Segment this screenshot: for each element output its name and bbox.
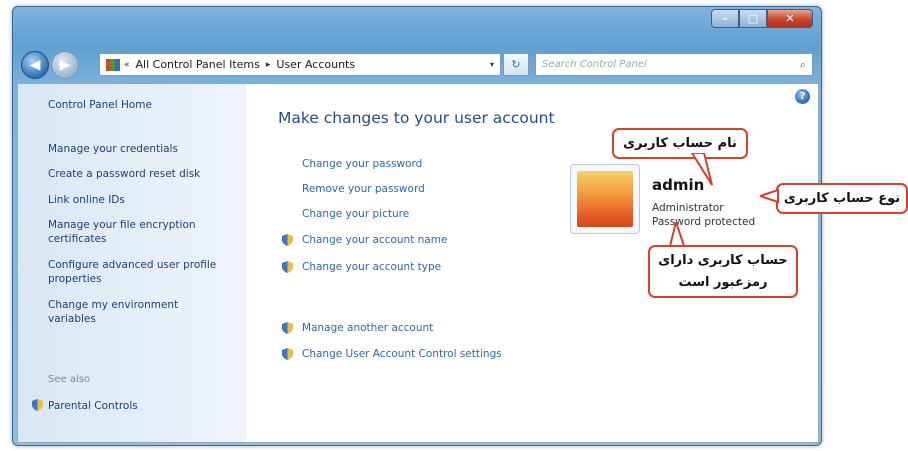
- change-account-name-link[interactable]: Change your account name: [302, 234, 447, 246]
- search-input[interactable]: Search Control Panel ⌕: [535, 53, 813, 76]
- shield-icon: [282, 322, 293, 334]
- sidebar-item-environment-variables[interactable]: Change my environment variables: [48, 298, 218, 326]
- sidebar-item-control-panel-home[interactable]: Control Panel Home: [48, 98, 152, 112]
- account-picture-frame[interactable]: [570, 164, 640, 234]
- change-picture-link[interactable]: Change your picture: [302, 208, 409, 220]
- remove-password-link[interactable]: Remove your password: [302, 183, 425, 195]
- callout-password-pointer: [668, 222, 686, 247]
- change-account-type-link[interactable]: Change your account type: [302, 261, 441, 273]
- navigation-bar: ◀ ▶ « All Control Panel Items ▸ User Acc…: [13, 49, 821, 79]
- minimize-button[interactable]: –: [711, 9, 739, 28]
- uac-settings-link[interactable]: Change User Account Control settings: [302, 348, 502, 360]
- help-icon[interactable]: ?: [795, 89, 810, 104]
- forward-button[interactable]: ▶: [51, 51, 79, 79]
- sidebar: Control Panel Home Manage your credentia…: [18, 84, 246, 442]
- search-placeholder: Search Control Panel: [542, 59, 647, 70]
- refresh-icon: ↻: [511, 58, 521, 71]
- breadcrumb-all-control-panel-items[interactable]: All Control Panel Items: [136, 58, 260, 71]
- callout-password-protected: حساب کاربری دارای رمزعبور است: [648, 245, 798, 298]
- callout-account-name-pointer: [690, 153, 713, 186]
- shield-icon: [282, 261, 293, 273]
- shield-icon: [282, 348, 293, 360]
- avatar: [577, 171, 633, 227]
- control-panel-icon: [106, 58, 120, 71]
- sidebar-item-file-encryption[interactable]: Manage your file encryption certificates: [48, 218, 228, 246]
- sidebar-item-parental-controls[interactable]: Parental Controls: [48, 399, 138, 413]
- shield-icon: [32, 399, 43, 411]
- see-also-heading: See also: [48, 374, 91, 385]
- callout-account-type-pointer: [760, 188, 779, 204]
- sidebar-item-password-reset-disk[interactable]: Create a password reset disk: [48, 167, 200, 181]
- change-password-link[interactable]: Change your password: [302, 158, 422, 170]
- sidebar-item-link-online-ids[interactable]: Link online IDs: [48, 193, 125, 207]
- sidebar-item-manage-credentials[interactable]: Manage your credentials: [48, 142, 178, 156]
- control-panel-window: – □ ✕ ◀ ▶ « All Control Panel Items ▸ Us…: [12, 6, 822, 446]
- maximize-button[interactable]: □: [739, 9, 767, 28]
- manage-another-account-link[interactable]: Manage another account: [302, 322, 433, 334]
- breadcrumb-overflow[interactable]: «: [124, 60, 130, 70]
- address-dropdown-icon[interactable]: ▾: [490, 60, 494, 69]
- refresh-button[interactable]: ↻: [503, 53, 529, 76]
- search-icon[interactable]: ⌕: [800, 58, 806, 72]
- account-type: Administrator: [652, 202, 724, 214]
- callout-account-name: نام حساب کاربری: [612, 128, 748, 159]
- breadcrumb-separator-icon[interactable]: ▸: [266, 60, 271, 70]
- callout-account-type: نوع حساب کاربری: [776, 183, 908, 214]
- close-button[interactable]: ✕: [767, 9, 813, 28]
- forward-arrow-icon: ▶: [59, 57, 71, 73]
- shield-icon: [282, 234, 293, 246]
- address-bar[interactable]: « All Control Panel Items ▸ User Account…: [99, 53, 501, 76]
- caption-buttons: – □ ✕: [711, 9, 813, 28]
- sidebar-item-advanced-profile[interactable]: Configure advanced user profile properti…: [48, 258, 218, 286]
- callout-password-line1: حساب کاربری دارای: [658, 253, 788, 268]
- callout-password-line2: رمزعبور است: [678, 275, 768, 290]
- breadcrumb-user-accounts[interactable]: User Accounts: [276, 58, 355, 71]
- back-button[interactable]: ◀: [21, 51, 49, 79]
- page-title: Make changes to your user account: [278, 109, 555, 127]
- back-arrow-icon: ◀: [29, 57, 41, 73]
